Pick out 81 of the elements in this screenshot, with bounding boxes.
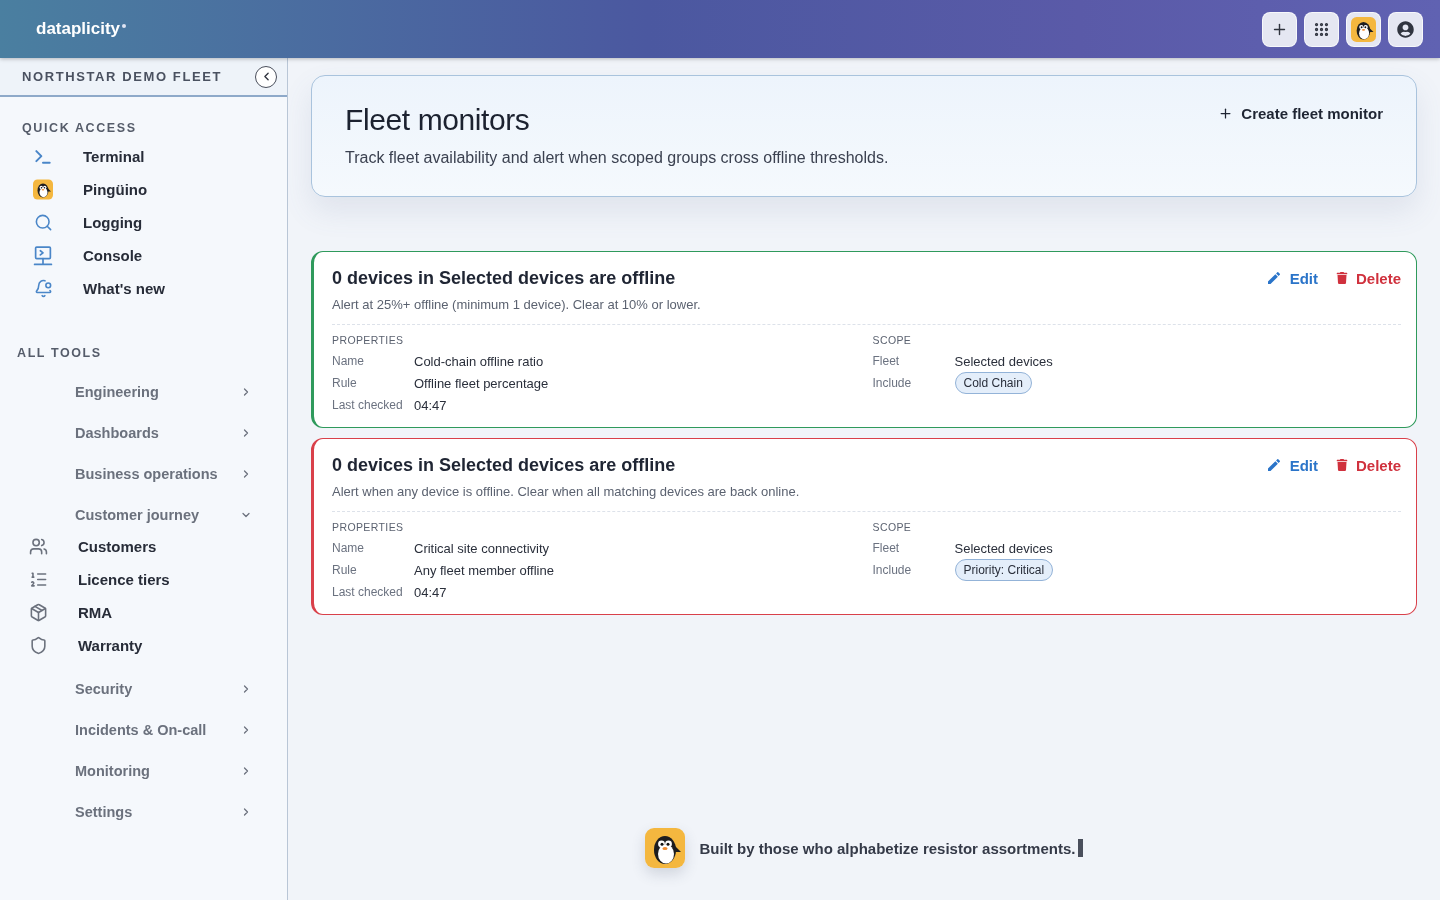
nav-item[interactable]: Pingüino bbox=[33, 179, 148, 200]
scope-tag: Cold Chain bbox=[954, 372, 1032, 394]
section-label: SCOPE bbox=[872, 333, 912, 347]
field-value: Selected devices bbox=[954, 540, 1053, 556]
nav-group[interactable]: Security bbox=[75, 678, 252, 699]
apps-button[interactable] bbox=[1304, 11, 1339, 47]
search-icon bbox=[33, 213, 53, 232]
nav-group[interactable]: Customer journey bbox=[75, 504, 252, 525]
field-value: 04:47 bbox=[414, 397, 447, 413]
grid-icon bbox=[1313, 20, 1330, 38]
create-monitor-button[interactable]: Create fleet monitor bbox=[1218, 102, 1383, 124]
field-label: Include bbox=[872, 376, 912, 390]
nav-item[interactable]: Terminal bbox=[33, 146, 145, 167]
plus-icon bbox=[1218, 105, 1234, 121]
monitor-description: Alert when any device is offline. Clear when all matching devices are back online. bbox=[332, 483, 801, 501]
field-label: Name bbox=[332, 354, 364, 368]
monitor-title: 0 devices in Selected devices are offline bbox=[332, 267, 676, 290]
field-label: Last checked bbox=[332, 585, 403, 599]
field-label: Include bbox=[872, 563, 912, 577]
page-title: Fleet monitors bbox=[345, 102, 530, 138]
delete-button[interactable]: Delete bbox=[1335, 269, 1401, 287]
section-label: SCOPE bbox=[872, 520, 912, 534]
users-icon bbox=[28, 537, 48, 556]
scope-tag: Priority: Critical bbox=[954, 559, 1054, 581]
field-label: Rule bbox=[332, 563, 357, 577]
penguin-icon bbox=[1351, 16, 1376, 42]
edit-button[interactable]: Edit bbox=[1265, 269, 1318, 287]
bell-icon bbox=[33, 279, 53, 298]
penguin-icon bbox=[33, 179, 53, 200]
nav-item[interactable]: Warranty bbox=[28, 635, 143, 656]
nav-group[interactable]: Business operations bbox=[75, 463, 252, 484]
add-button[interactable] bbox=[1262, 11, 1297, 47]
page-subtitle: Track fleet availability and alert when scoped groups cross offline thresholds. bbox=[345, 148, 889, 168]
nav-group[interactable]: Engineering bbox=[75, 381, 252, 402]
package-icon bbox=[28, 603, 48, 622]
logo-dot-icon bbox=[122, 24, 127, 28]
edit-button[interactable]: Edit bbox=[1265, 456, 1318, 474]
field-label: Fleet bbox=[872, 354, 900, 368]
penguin-icon bbox=[644, 828, 685, 868]
nav-group[interactable]: Monitoring bbox=[75, 760, 252, 781]
text-cursor-icon bbox=[1078, 839, 1084, 857]
nav-item[interactable]: What's new bbox=[33, 278, 165, 299]
field-value: Critical site connectivity bbox=[414, 540, 550, 556]
nav-item[interactable]: Customers bbox=[28, 536, 157, 557]
field-label: Name bbox=[332, 541, 364, 555]
nav-group[interactable]: Settings bbox=[75, 801, 252, 822]
nav-item[interactable]: Logging bbox=[33, 212, 143, 233]
nav-group[interactable]: Incidents & On-call bbox=[75, 719, 252, 740]
section-heading: ALL TOOLS bbox=[17, 345, 102, 361]
field-value: Offline fleet percentage bbox=[414, 375, 549, 391]
collapse-sidebar-button[interactable] bbox=[255, 65, 277, 88]
monitor-icon bbox=[33, 245, 53, 266]
penguin-avatar-button[interactable] bbox=[1346, 11, 1381, 47]
monitor-description: Alert at 25%+ offline (minimum 1 device). Clear at 10% or lower. bbox=[332, 296, 702, 314]
nav-item[interactable]: Console bbox=[33, 245, 143, 266]
field-label: Rule bbox=[332, 376, 357, 390]
field-label: Last checked bbox=[332, 398, 403, 412]
brand-logo: dataplicity bbox=[36, 18, 121, 40]
nav-item[interactable]: Licence tiers bbox=[28, 569, 170, 590]
field-value: Selected devices bbox=[954, 353, 1053, 369]
footer-tagline: Built by those who alphabetize resistor assortments. bbox=[699, 839, 1076, 857]
user-icon bbox=[1397, 20, 1414, 38]
field-value: Any fleet member offline bbox=[414, 562, 554, 578]
field-value: Cold-chain offline ratio bbox=[414, 353, 544, 369]
fleet-name: NORTHSTAR DEMO FLEET bbox=[22, 69, 223, 84]
pencil-icon bbox=[1265, 457, 1282, 473]
monitor-title: 0 devices in Selected devices are offline bbox=[332, 454, 676, 477]
trash-icon bbox=[1335, 459, 1348, 471]
field-value: 04:47 bbox=[414, 584, 447, 600]
nav-item[interactable]: RMA bbox=[28, 602, 113, 623]
section-heading: QUICK ACCESS bbox=[22, 120, 137, 136]
pencil-icon bbox=[1265, 270, 1282, 286]
numbered-list-icon bbox=[28, 570, 48, 589]
section-label: PROPERTIES bbox=[332, 520, 404, 534]
delete-button[interactable]: Delete bbox=[1335, 456, 1401, 474]
section-label: PROPERTIES bbox=[332, 333, 404, 347]
shield-icon bbox=[28, 636, 48, 655]
nav-group[interactable]: Dashboards bbox=[75, 422, 252, 443]
trash-icon bbox=[1335, 272, 1348, 284]
account-button[interactable] bbox=[1388, 11, 1423, 47]
field-label: Fleet bbox=[872, 541, 900, 555]
